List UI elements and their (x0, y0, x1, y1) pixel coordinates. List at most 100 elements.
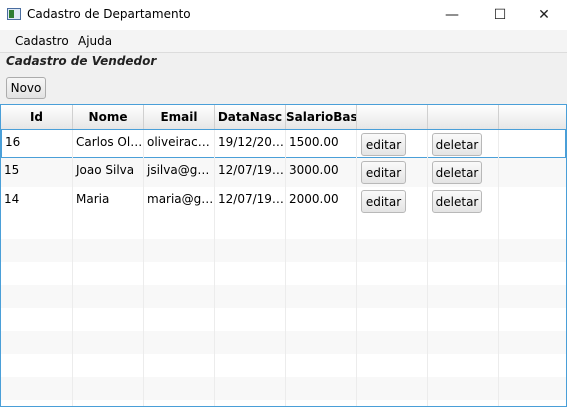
empty-cell (73, 331, 144, 354)
cell-nome: Maria (73, 187, 144, 216)
delete-button[interactable]: deletar (432, 190, 482, 213)
close-button[interactable]: ✕ (521, 0, 567, 30)
minimize-button[interactable]: — (429, 0, 475, 30)
empty-cell (73, 354, 144, 377)
empty-cell (144, 308, 215, 331)
empty-cell (1, 308, 73, 331)
cell-nome: Carlos Oliv... (73, 130, 144, 159)
edit-button[interactable]: editar (361, 133, 406, 156)
cell-id: 16 (2, 130, 73, 159)
table-row[interactable]: 15 Joao Silva jsilva@gm... 12/07/1980 30… (1, 158, 566, 187)
empty-cell (499, 377, 566, 400)
empty-cell (357, 216, 428, 239)
title-bar: Cadastro de Departamento — ☐ ✕ (0, 0, 567, 30)
column-header-datanasc[interactable]: DataNasc (215, 105, 286, 129)
cell-datanasc: 12/07/1980 (215, 158, 286, 187)
empty-cell (1, 377, 73, 400)
empty-cell (73, 400, 144, 406)
empty-row (1, 239, 566, 262)
empty-cell (428, 377, 499, 400)
cell-salario: 2000.00 (286, 187, 357, 216)
menu-ajuda[interactable]: Ajuda (78, 34, 112, 48)
edit-button[interactable]: editar (361, 161, 406, 184)
column-header-filler (499, 105, 566, 129)
empty-cell (144, 354, 215, 377)
empty-cell (73, 262, 144, 285)
empty-cell (499, 354, 566, 377)
table-row[interactable]: 16 Carlos Oliv... oliveiracarl... 19/12/… (1, 129, 566, 159)
empty-cell (286, 308, 357, 331)
empty-cell (286, 285, 357, 308)
empty-cell (1, 216, 73, 239)
empty-cell (215, 354, 286, 377)
empty-cell (499, 216, 566, 239)
empty-cell (1, 354, 73, 377)
empty-cell (428, 400, 499, 406)
column-header-nome[interactable]: Nome (73, 105, 144, 129)
empty-cell (215, 308, 286, 331)
empty-cell (286, 239, 357, 262)
empty-cell (286, 331, 357, 354)
empty-row (1, 400, 566, 406)
cell-datanasc: 19/12/2000 (215, 130, 286, 159)
empty-cell (357, 377, 428, 400)
empty-cell (1, 331, 73, 354)
empty-cell (73, 285, 144, 308)
cell-email: oliveiracarl... (144, 130, 215, 159)
edit-button[interactable]: editar (361, 190, 406, 213)
cell-salario: 1500.00 (286, 130, 357, 159)
menu-cadastro[interactable]: Cadastro (15, 34, 69, 48)
delete-button[interactable]: deletar (432, 161, 482, 184)
empty-cell (73, 216, 144, 239)
empty-cell (428, 331, 499, 354)
empty-row (1, 308, 566, 331)
table-header: Id Nome Email DataNasc SalarioBase (1, 105, 566, 130)
empty-cell (215, 239, 286, 262)
window-title: Cadastro de Departamento (27, 7, 191, 21)
empty-cell (215, 285, 286, 308)
empty-row (1, 377, 566, 400)
empty-cell (1, 285, 73, 308)
empty-cell (144, 239, 215, 262)
cell-id: 14 (1, 187, 73, 216)
empty-cell (215, 377, 286, 400)
empty-cell (499, 285, 566, 308)
empty-cell (144, 262, 215, 285)
empty-cell (144, 331, 215, 354)
column-header-salariobase[interactable]: SalarioBase (286, 105, 357, 129)
table-row[interactable]: 14 Maria maria@gm... 12/07/1994 2000.00 … (1, 187, 566, 216)
cell-email: maria@gm... (144, 187, 215, 216)
empty-cell (357, 262, 428, 285)
empty-cell (286, 262, 357, 285)
empty-cell (357, 308, 428, 331)
delete-button[interactable]: deletar (432, 133, 482, 156)
empty-cell (286, 354, 357, 377)
cell-email: jsilva@gm... (144, 158, 215, 187)
cell-salario: 3000.00 (286, 158, 357, 187)
empty-rows (1, 216, 566, 406)
cell-datanasc: 12/07/1994 (215, 187, 286, 216)
empty-cell (144, 400, 215, 406)
empty-cell (428, 354, 499, 377)
empty-cell (73, 239, 144, 262)
empty-cell (499, 239, 566, 262)
empty-cell (1, 262, 73, 285)
empty-cell (428, 239, 499, 262)
column-header-email[interactable]: Email (144, 105, 215, 129)
maximize-button[interactable]: ☐ (477, 0, 523, 30)
cell-id: 15 (1, 158, 73, 187)
column-header-edit[interactable] (357, 105, 428, 129)
empty-cell (1, 239, 73, 262)
empty-cell (144, 285, 215, 308)
column-header-delete[interactable] (428, 105, 499, 129)
empty-cell (73, 308, 144, 331)
novo-button[interactable]: Novo (6, 77, 46, 99)
empty-cell (215, 331, 286, 354)
empty-cell (499, 308, 566, 331)
column-header-id[interactable]: Id (1, 105, 73, 129)
empty-cell (499, 400, 566, 406)
empty-row (1, 216, 566, 239)
section-heading: Cadastro de Vendedor (6, 54, 157, 68)
empty-row (1, 262, 566, 285)
app-icon (7, 8, 21, 20)
